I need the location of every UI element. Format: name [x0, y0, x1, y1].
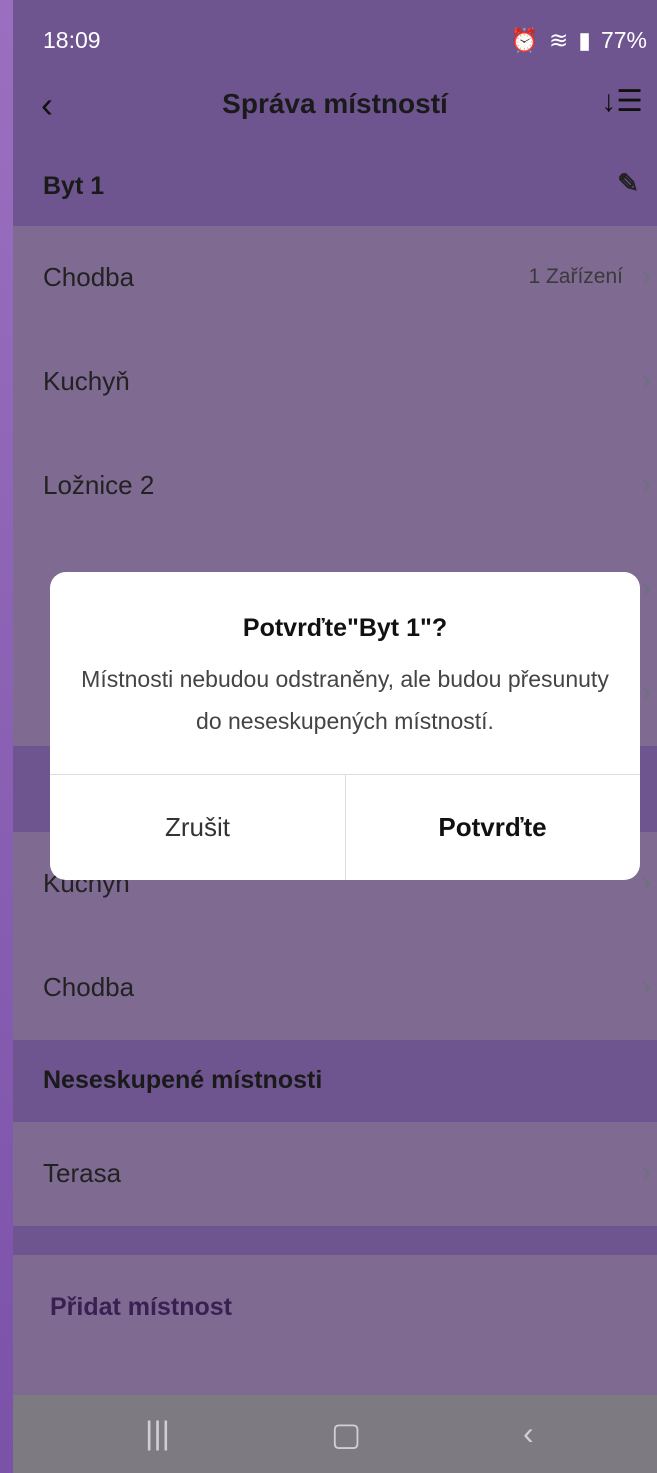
dialog-message: Místnosti nebudou odstraněny, ale budou …	[81, 666, 609, 734]
room-name: Kuchyň	[43, 366, 130, 396]
chevron-right-icon: ›	[641, 970, 651, 1001]
wifi-icon: ≋	[549, 27, 569, 53]
device-frame-edge	[0, 0, 13, 1473]
page-title: Správa místností	[222, 88, 448, 119]
chevron-right-icon: ›	[641, 676, 651, 707]
edit-icon[interactable]: ✎	[617, 168, 639, 199]
status-time: 18:09	[43, 27, 101, 53]
alarm-icon: ⏰	[510, 27, 539, 53]
home-icon[interactable]: ▢	[331, 1415, 361, 1453]
battery-percent: 77%	[600, 27, 647, 53]
ungrouped-title: Neseskupené místnosti	[43, 1066, 323, 1094]
cancel-button[interactable]: Zrušit	[50, 774, 345, 880]
chevron-right-icon: ›	[641, 364, 651, 395]
group-title: Byt 1	[43, 172, 105, 200]
confirm-button[interactable]: Potvrďte	[345, 774, 640, 880]
room-row[interactable]: Ložnice 2 ›	[13, 434, 657, 538]
add-room-label: Přidat místnost	[50, 1293, 232, 1321]
chevron-right-icon: ›	[641, 572, 651, 603]
recent-apps-icon[interactable]: |||	[145, 1415, 170, 1452]
chevron-right-icon: ›	[641, 468, 651, 499]
confirm-dialog: Potvrďte"Byt 1"? Místnosti nebudou odstr…	[50, 572, 640, 880]
chevron-right-icon: ›	[641, 1156, 651, 1187]
room-row[interactable]: Terasa ›	[13, 1122, 657, 1226]
dialog-title: Potvrďte"Byt 1"?	[242, 614, 448, 642]
signal-icon: ▮	[578, 27, 591, 53]
device-count: 1 Zařízení	[528, 265, 623, 288]
chevron-right-icon: ›	[641, 866, 651, 897]
room-name: Chodba	[43, 972, 135, 1002]
add-room-button[interactable]: Přidat místnost	[13, 1255, 657, 1395]
spacer	[13, 1226, 657, 1255]
room-row[interactable]: Chodba ›	[13, 936, 657, 1040]
system-nav-bar: ||| ▢ ‹	[13, 1395, 657, 1473]
app-bar: ‹ Správa místností ↓☰	[13, 70, 657, 146]
room-row[interactable]: Chodba 1 Zařízení ›	[13, 226, 657, 330]
group-header: Byt 1 ✎	[13, 146, 657, 226]
status-bar: 18:09 ⏰ ≋ ▮ 77%	[13, 0, 657, 70]
sort-icon[interactable]: ↓☰	[601, 84, 643, 119]
room-name: Ložnice 2	[43, 470, 155, 500]
room-name: Chodba	[43, 262, 135, 292]
chevron-right-icon: ›	[641, 260, 651, 291]
screen: 18:09 ⏰ ≋ ▮ 77% ‹ Správa místností ↓☰ By…	[13, 0, 657, 1473]
room-row[interactable]: Kuchyň ›	[13, 330, 657, 434]
room-name: Terasa	[43, 1158, 122, 1188]
back-nav-icon[interactable]: ‹	[523, 1415, 534, 1452]
ungrouped-header: Neseskupené místnosti	[13, 1040, 657, 1122]
